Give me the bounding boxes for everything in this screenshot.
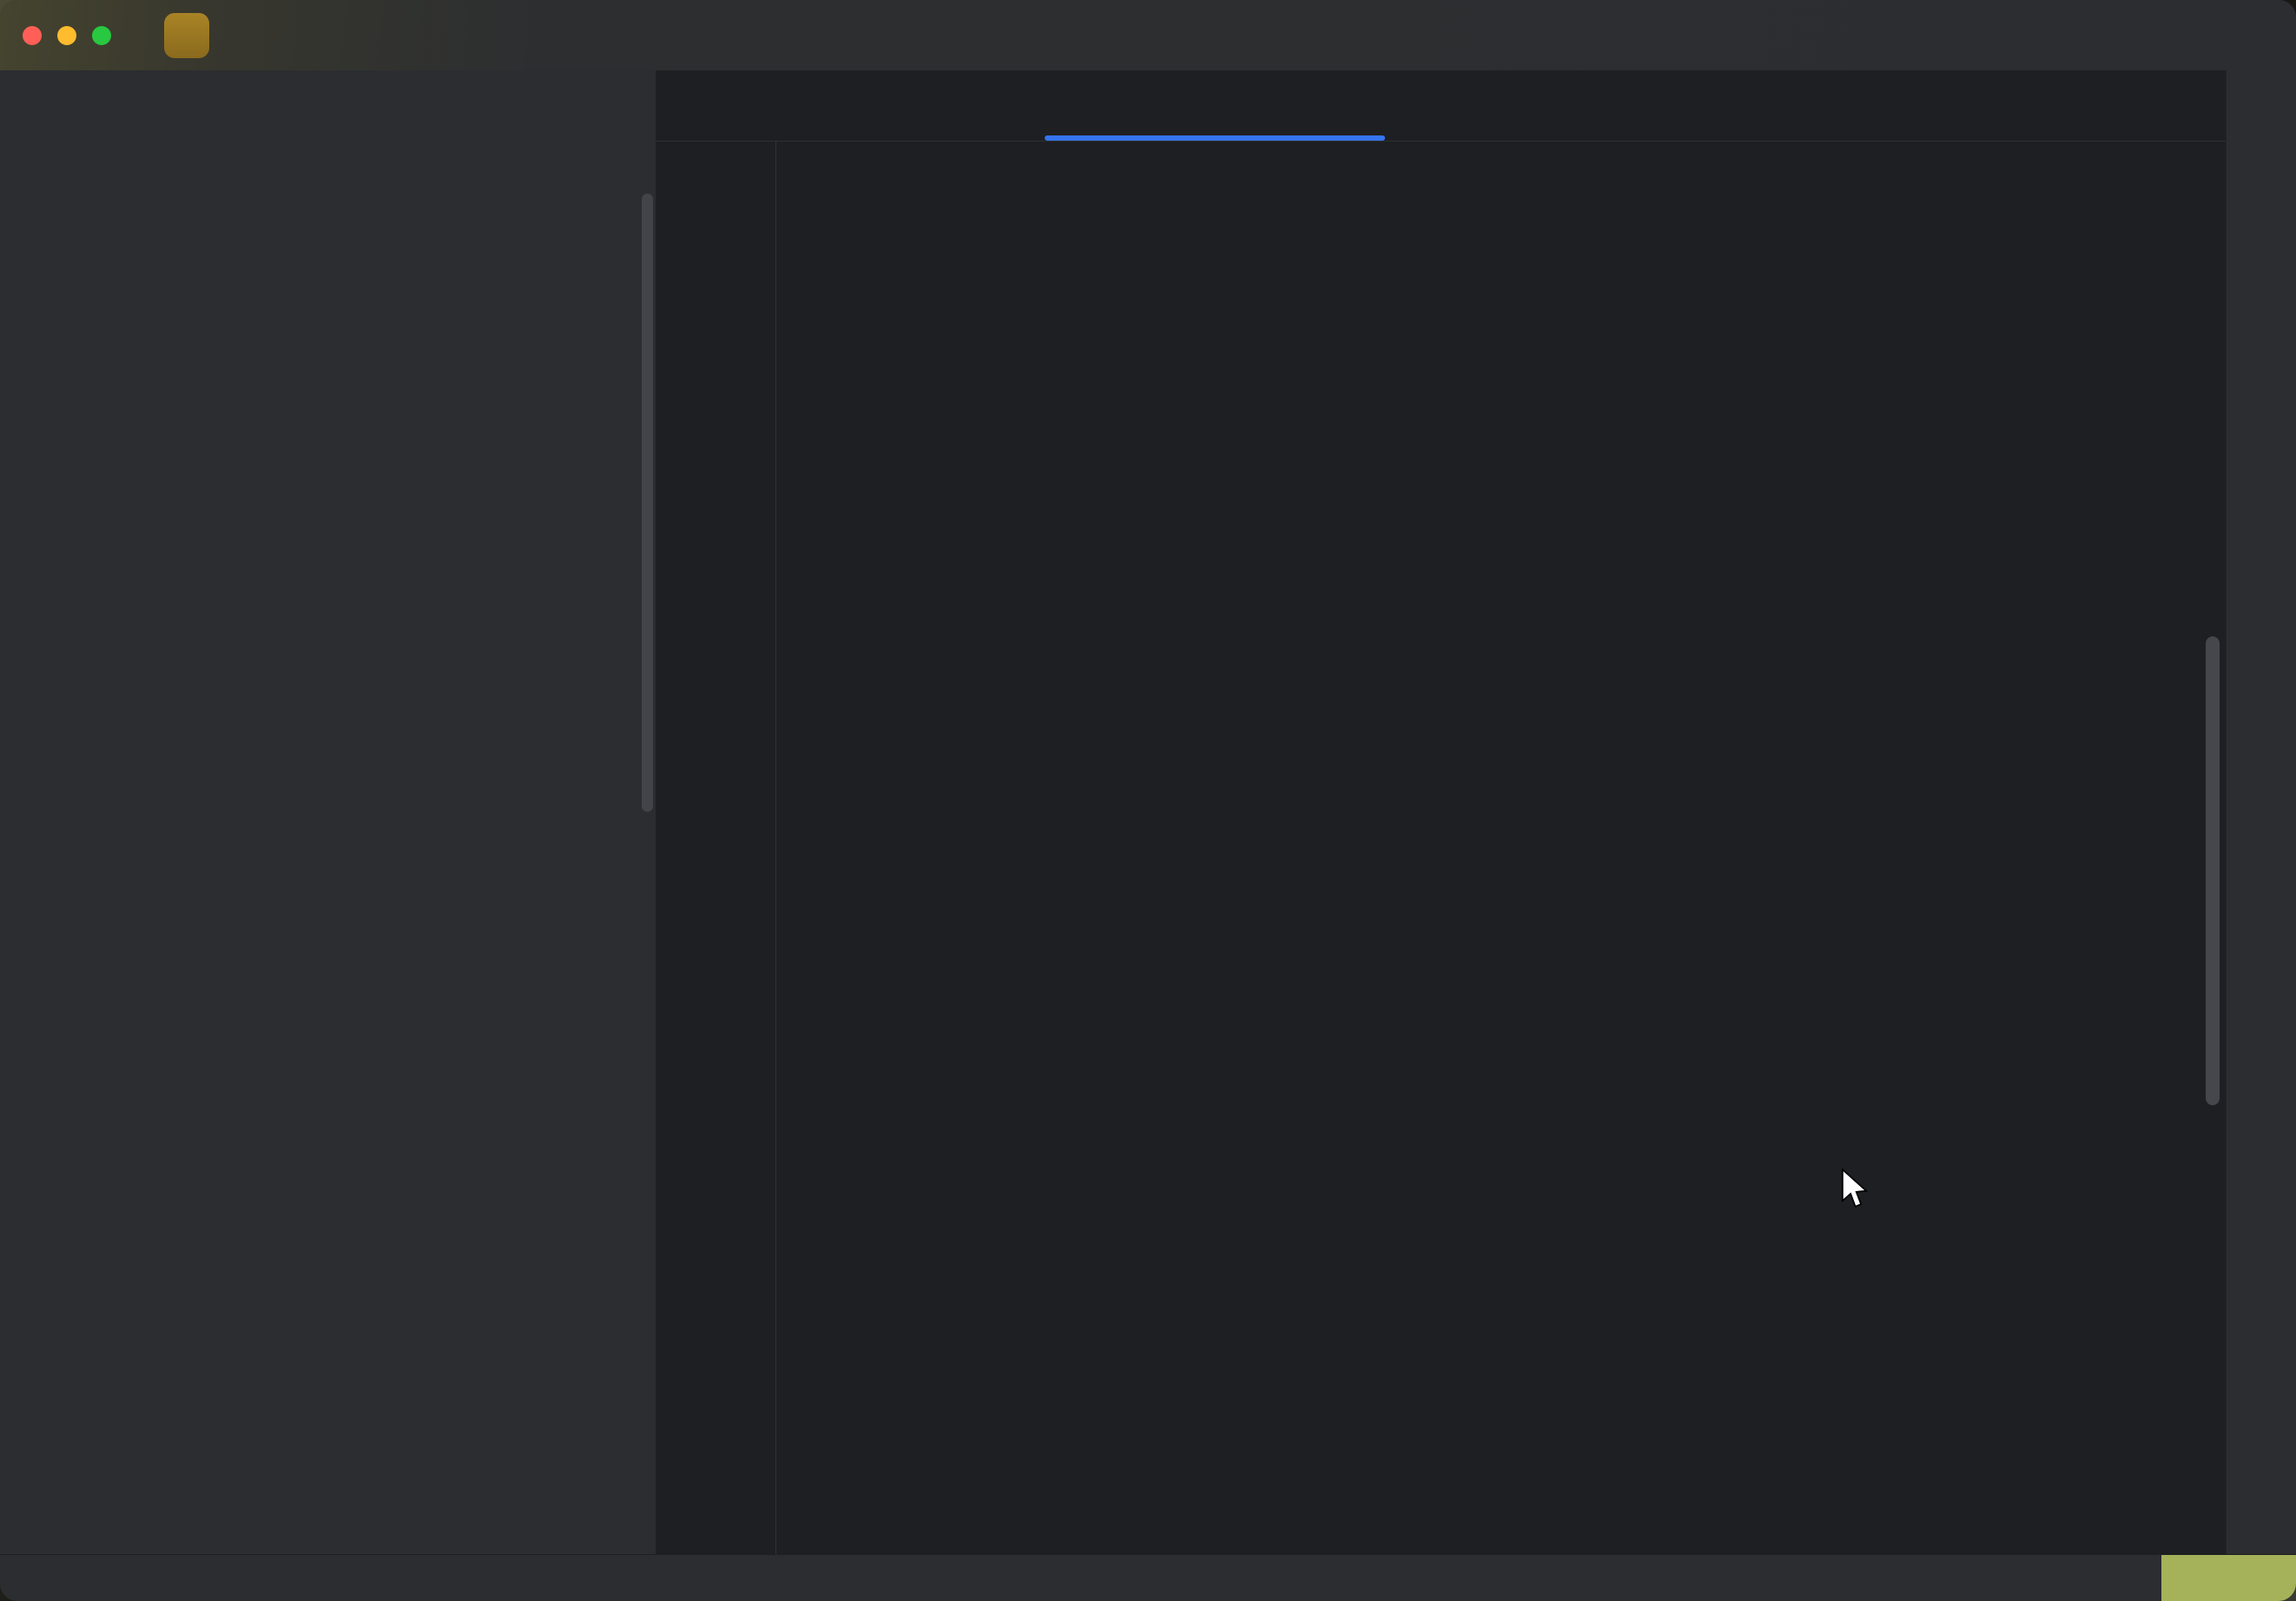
right-tool-stripe <box>2226 70 2296 1555</box>
zoom-button[interactable] <box>92 26 111 45</box>
left-tool-stripe <box>0 70 71 1555</box>
editor-scrollbar[interactable] <box>2206 636 2220 1105</box>
editor-area <box>656 70 2227 1555</box>
project-avatar <box>164 13 209 58</box>
tree-scrollbar[interactable] <box>642 194 653 812</box>
tab-options-kebab-icon[interactable] <box>2174 92 2200 118</box>
titlebar <box>0 0 2296 71</box>
ideavim-icon[interactable] <box>2121 1565 2148 1591</box>
tab-productcontroller[interactable] <box>1055 70 1104 141</box>
vim-mode-badge[interactable] <box>2161 1555 2296 1601</box>
close-icon[interactable] <box>1083 96 1104 116</box>
editor-tabbar <box>656 70 2227 142</box>
mouse-cursor <box>1839 1169 1870 1215</box>
project-selector[interactable] <box>164 0 234 70</box>
project-panel <box>70 70 656 1555</box>
desktop <box>0 0 2296 1601</box>
minimize-button[interactable] <box>57 26 76 45</box>
run-toolbar <box>1424 0 1749 70</box>
status-bar <box>0 1554 2296 1601</box>
active-tab-indicator <box>1045 135 1385 141</box>
gutter-divider <box>775 141 776 1555</box>
project-panel-header[interactable] <box>102 70 111 140</box>
close-button[interactable] <box>23 26 42 45</box>
branch-selector[interactable] <box>415 0 439 70</box>
ide-window <box>0 0 2296 1601</box>
inspections-ok-icon[interactable] <box>2155 151 2185 181</box>
tab-javabackendapplication[interactable] <box>671 70 683 141</box>
